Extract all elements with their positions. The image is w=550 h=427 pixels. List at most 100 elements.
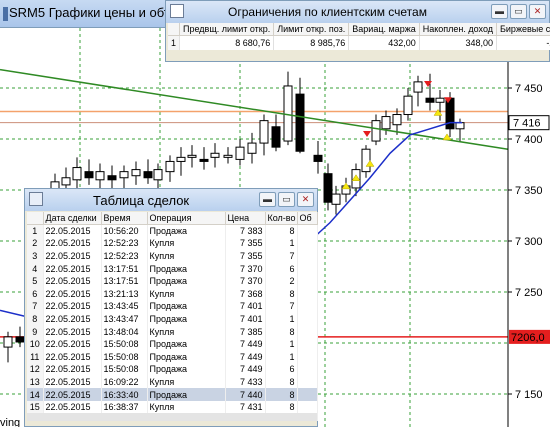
- table-row[interactable]: 6 22.05.2015 13:21:13 Купля 7 368 8: [27, 287, 318, 301]
- table-cell: [297, 237, 318, 250]
- table-cell: Купля: [147, 400, 226, 414]
- table-cell: Купля: [147, 325, 226, 338]
- candle-body: [361, 148, 371, 173]
- horizontal-scrollbar[interactable]: [27, 413, 318, 422]
- table-cell: 22.05.2015: [43, 262, 102, 275]
- table-cell: 16:33:40: [101, 388, 148, 401]
- table-cell: Купля: [147, 287, 226, 301]
- table-cell: [297, 274, 318, 288]
- price-axis-label: 7 250: [515, 287, 543, 299]
- table-cell: 22.05.2015: [43, 274, 102, 288]
- table-cell: 9: [27, 325, 44, 338]
- minimize-icon[interactable]: ▬: [491, 4, 508, 19]
- table-row[interactable]: 5 22.05.2015 13:17:51 Продажа 7 370 2: [27, 274, 318, 288]
- table-cell: 7 401: [225, 300, 266, 313]
- deals-column-header[interactable]: Цена: [225, 212, 266, 225]
- close-icon[interactable]: ✕: [297, 192, 314, 207]
- table-cell: 15:50:08: [101, 337, 148, 351]
- table-row[interactable]: 10 22.05.2015 15:50:08 Продажа 7 449 1: [27, 337, 318, 351]
- deals-column-header[interactable]: Дата сделки: [43, 212, 102, 225]
- deals-window[interactable]: Таблица сделок ▬ ▭ ✕ Дата сделки Время Опе…: [24, 188, 318, 427]
- table-cell: 7 449: [225, 337, 266, 351]
- table-cell: 22.05.2015: [43, 375, 102, 389]
- table-cell: 22.05.2015: [43, 363, 102, 376]
- table-row[interactable]: 3 22.05.2015 12:52:23 Купля 7 355 7: [27, 249, 318, 263]
- table-row[interactable]: 7 22.05.2015 13:43:45 Продажа 7 401 7: [27, 300, 318, 313]
- deals-column-header[interactable]: [27, 212, 44, 225]
- minimize-icon[interactable]: ▬: [259, 192, 276, 207]
- table-cell: 1: [27, 224, 44, 238]
- table-cell: [297, 224, 318, 238]
- limits-column-header[interactable]: [168, 23, 180, 36]
- limits-column-header[interactable]: Накоплен. доход: [419, 23, 498, 36]
- limits-window[interactable]: Ограничения по клиентским счетам ▬ ▭ ✕ П…: [165, 0, 550, 62]
- table-cell: 7 355: [225, 237, 266, 250]
- table-cell: 22.05.2015: [43, 400, 102, 414]
- candle-body: [223, 154, 233, 158]
- table-cell: 13: [27, 375, 44, 389]
- table-row[interactable]: 14 22.05.2015 16:33:40 Продажа 7 440 8: [27, 388, 318, 401]
- limits-column-header[interactable]: Биржевые сборы: [496, 23, 550, 36]
- table-cell: 5: [27, 274, 44, 288]
- close-icon[interactable]: ✕: [529, 4, 546, 19]
- table-cell: 15: [27, 400, 44, 414]
- table-cell: -20,00: [496, 35, 550, 50]
- limits-column-header[interactable]: Вариац. маржа: [348, 23, 420, 36]
- table-cell: 6: [265, 262, 298, 275]
- table-row[interactable]: 11 22.05.2015 15:50:08 Продажа 7 449 1: [27, 350, 318, 364]
- table-cell: 10: [27, 337, 44, 351]
- table-cell: 7 370: [225, 262, 266, 275]
- limits-column-header[interactable]: Предвщ. лимит откр.: [179, 23, 275, 36]
- candle-body: [403, 95, 413, 116]
- candle-body: [143, 171, 153, 179]
- deals-table: Дата сделки Время Операция Цена Кол-во Об 1 22…: [27, 212, 318, 422]
- table-row[interactable]: 15 22.05.2015 16:38:37 Купля 7 431 8: [27, 400, 318, 414]
- table-row[interactable]: 12 22.05.2015 15:50:08 Продажа 7 449 6: [27, 363, 318, 376]
- table-cell: 2: [265, 274, 298, 288]
- table-cell: 348,00: [419, 35, 498, 50]
- table-cell: Продажа: [147, 388, 226, 401]
- maximize-icon[interactable]: ▭: [510, 4, 527, 19]
- table-cell: 22.05.2015: [43, 224, 102, 238]
- limits-column-header[interactable]: Лимит откр. поз.: [273, 23, 350, 36]
- candle-body: [455, 122, 465, 130]
- table-row[interactable]: 1 22.05.2015 10:56:20 Продажа 7 383 8: [27, 224, 318, 238]
- chart-window-title-bar[interactable]: SRM5 Графики цены и объе: [0, 0, 179, 28]
- price-axis-label: 7 150: [515, 389, 543, 401]
- chart-bottom-left-text: ving: [0, 417, 20, 427]
- table-cell: 15:50:08: [101, 363, 148, 376]
- table-row[interactable]: 18 680,768 985,76432,00348,00-20,00: [168, 35, 550, 50]
- candle-body: [392, 114, 402, 126]
- table-cell: 3: [27, 249, 44, 263]
- table-cell: 1: [265, 350, 298, 364]
- table-cell: 7 370: [225, 274, 266, 288]
- table-cell: 7 449: [225, 350, 266, 364]
- table-cell: [297, 350, 318, 364]
- table-cell: 7 385: [225, 325, 266, 338]
- deals-column-header[interactable]: Операция: [147, 212, 226, 225]
- table-row[interactable]: 8 22.05.2015 13:43:47 Продажа 7 401 1: [27, 312, 318, 326]
- limits-table: Предвщ. лимит откр. Лимит откр. поз. Вариа…: [168, 23, 550, 50]
- candle-body: [283, 85, 293, 142]
- deals-column-header[interactable]: Время: [101, 212, 148, 225]
- table-cell: 22.05.2015: [43, 312, 102, 326]
- table-row[interactable]: 2 22.05.2015 12:52:23 Купля 7 355 1: [27, 237, 318, 250]
- maximize-icon[interactable]: ▭: [278, 192, 295, 207]
- deals-column-header[interactable]: Об: [297, 212, 318, 225]
- table-cell: 8: [265, 325, 298, 338]
- deals-column-header[interactable]: Кол-во: [265, 212, 298, 225]
- table-cell: Купля: [147, 375, 226, 389]
- table-cell: 7 449: [225, 363, 266, 376]
- candle-body: [210, 152, 220, 158]
- table-row[interactable]: 9 22.05.2015 13:48:04 Купля 7 385 8: [27, 325, 318, 338]
- limits-window-title-bar[interactable]: Ограничения по клиентским счетам ▬ ▭ ✕: [166, 1, 549, 23]
- candle-body: [187, 154, 197, 158]
- price-axis-label: 7 300: [515, 236, 543, 248]
- deals-window-title-bar[interactable]: Таблица сделок ▬ ▭ ✕: [25, 189, 317, 211]
- table-row[interactable]: 4 22.05.2015 13:17:51 Продажа 7 370 6: [27, 262, 318, 275]
- table-cell: Продажа: [147, 363, 226, 376]
- table-row[interactable]: 13 22.05.2015 16:09:22 Купля 7 433 8: [27, 375, 318, 389]
- table-cell: 1: [265, 337, 298, 351]
- table-cell: [297, 388, 318, 401]
- candle-body: [435, 97, 445, 103]
